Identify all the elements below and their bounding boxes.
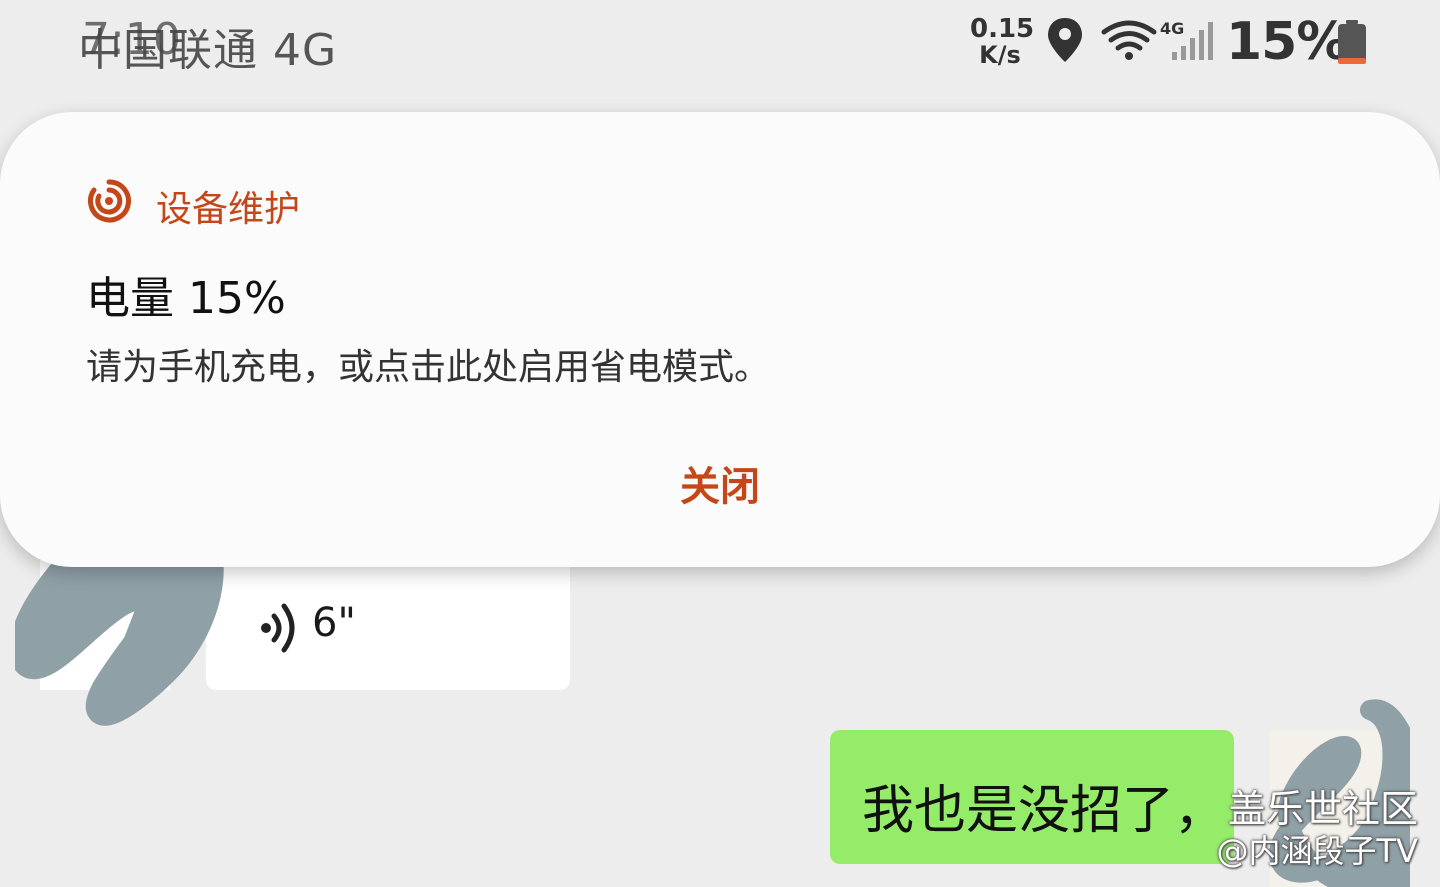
network-speed: 0.15 K/s: [970, 14, 1035, 69]
network-speed-value: 0.15: [970, 14, 1035, 44]
voice-duration: 6": [312, 600, 356, 646]
location-icon: [1046, 16, 1084, 68]
voice-wave-icon: [258, 598, 302, 662]
cellular-signal-icon: 4G: [1158, 18, 1216, 68]
network-speed-unit: K/s: [979, 41, 1021, 69]
notification-body[interactable]: 请为手机充电，或点击此处启用省电模式。: [86, 338, 770, 390]
watermark-community: 盖乐世社区: [1227, 787, 1418, 831]
voice-message-bubble[interactable]: 6": [206, 560, 570, 690]
close-button[interactable]: 关闭: [620, 454, 820, 512]
network-type-label: 4G: [1160, 19, 1184, 38]
status-bar: 中国联通 4G 7:10 0.15 K/s 4G 15%: [0, 0, 1440, 90]
battery-percentage: 15%: [1226, 12, 1348, 72]
battery-icon: [1336, 20, 1368, 68]
watermark-account: @内涵段子TV: [1216, 832, 1418, 870]
notification-title: 电量 15%: [86, 273, 286, 324]
sent-message-text: 我也是没招了，: [862, 781, 1227, 841]
clock: 7:10: [82, 14, 181, 65]
sent-message-bubble[interactable]: 我也是没招了，: [830, 730, 1234, 864]
device-care-icon: [86, 178, 132, 228]
battery-notification-card[interactable]: 设备维护 电量 15% 请为手机充电，或点击此处启用省电模式。 关闭: [0, 112, 1440, 567]
wifi-icon: [1100, 20, 1158, 66]
notification-app-name: 设备维护: [156, 189, 301, 230]
